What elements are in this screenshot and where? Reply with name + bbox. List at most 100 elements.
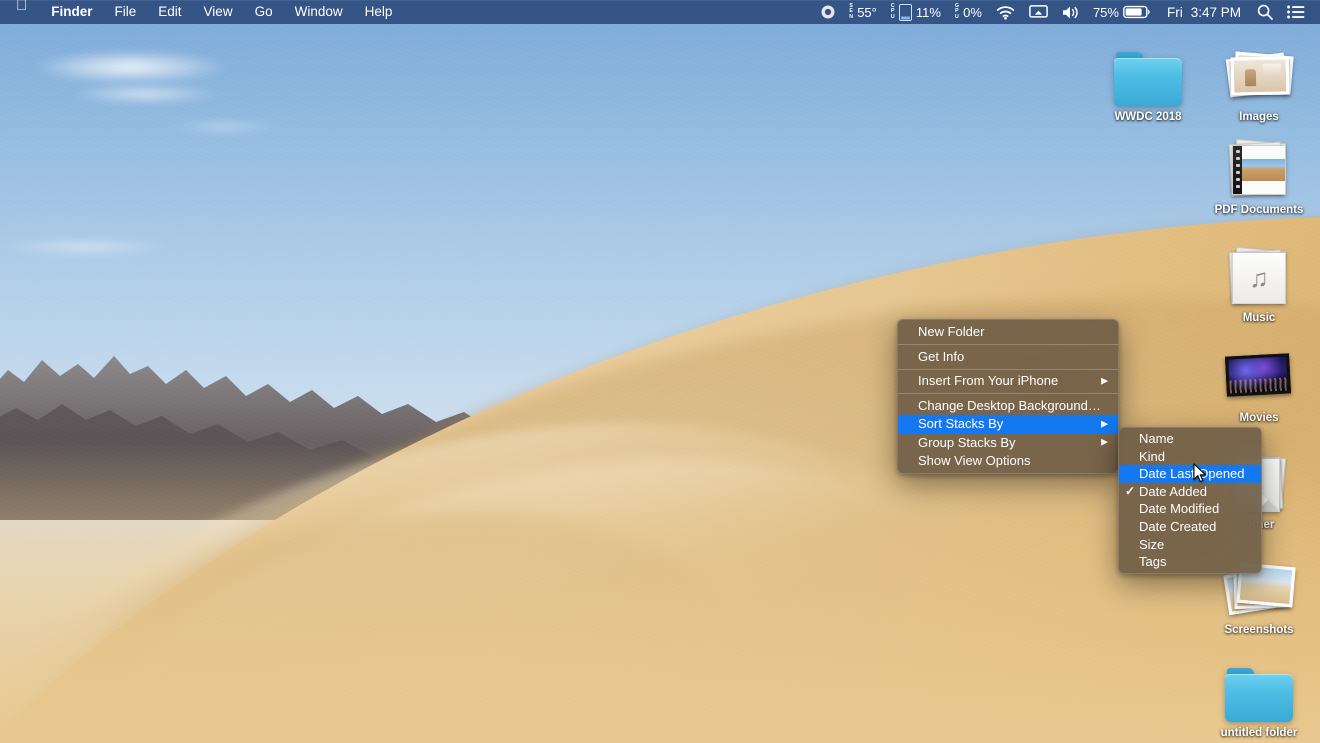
cpu-graph-icon xyxy=(898,3,912,21)
cpu-status-item[interactable]: C P U 11% xyxy=(884,0,948,24)
spotlight-button[interactable] xyxy=(1250,0,1280,24)
context-menu-item-label: New Folder xyxy=(918,324,985,339)
notification-center-button[interactable] xyxy=(1280,0,1312,24)
menu-item-help[interactable]: Help xyxy=(354,0,404,24)
submenu-item-label: Date Last Opened xyxy=(1139,466,1245,482)
menu-item-edit[interactable]: Edit xyxy=(147,0,192,24)
menu-bar:  Finder File Edit View Go Window Help S… xyxy=(0,0,1320,24)
pdf-binding-icon xyxy=(1233,146,1242,194)
photo-thumbnail xyxy=(1230,56,1290,96)
spotlight-search-icon xyxy=(1257,4,1273,20)
clock-weekday: Fri xyxy=(1166,4,1183,20)
gpu-status-item[interactable]: G P U 0% xyxy=(948,0,989,24)
screen-recording-status-item[interactable] xyxy=(814,0,842,24)
context-menu-item-new-folder[interactable]: New Folder xyxy=(898,323,1118,342)
menu-item-view[interactable]: View xyxy=(193,0,244,24)
sort-stacks-by-submenu: Name Kind Date Last Opened ✓ Date Added … xyxy=(1118,427,1262,574)
icon-artwork xyxy=(1093,32,1203,106)
context-menu-separator xyxy=(898,368,1118,370)
desktop-icon-label: Movies xyxy=(1239,412,1279,424)
notification-center-icon xyxy=(1287,5,1305,19)
sensors-status-item[interactable]: S E N 55° xyxy=(842,0,884,24)
icon-artwork xyxy=(1204,333,1314,407)
wifi-icon xyxy=(996,5,1015,20)
menu-item-go[interactable]: Go xyxy=(244,0,284,24)
desktop-icon-images[interactable]: Images xyxy=(1204,32,1314,124)
battery-percent-value: 75% xyxy=(1092,4,1119,20)
sensors-label-icon: S E N xyxy=(849,2,854,20)
menu-item-window[interactable]: Window xyxy=(284,0,354,24)
context-menu-item-insert-from-your-iphone[interactable]: Insert From Your iPhone ▶ xyxy=(898,372,1118,391)
desktop-icon-music[interactable]: ♫ Music xyxy=(1204,233,1314,325)
icon-artwork xyxy=(1204,125,1314,199)
battery-charging-icon xyxy=(1123,5,1150,19)
desktop-icon-label: Images xyxy=(1239,111,1279,123)
menu-item-file[interactable]: File xyxy=(104,0,148,24)
volume-status-item[interactable] xyxy=(1055,0,1086,24)
icon-artwork xyxy=(1204,32,1314,106)
desktop-context-menu: New Folder Get Info Insert From Your iPh… xyxy=(897,319,1119,474)
submenu-item-size[interactable]: Size xyxy=(1119,536,1261,554)
wifi-status-item[interactable] xyxy=(989,0,1022,24)
context-menu-separator xyxy=(898,344,1118,345)
submenu-item-date-added[interactable]: ✓ Date Added xyxy=(1119,483,1261,501)
airplay-icon xyxy=(1029,4,1048,18)
menu-bar-clock[interactable]: Fri 3:47 PM xyxy=(1158,0,1250,24)
volume-icon xyxy=(1062,6,1078,18)
context-menu-item-group-stacks-by[interactable]: Group Stacks By ▶ xyxy=(898,434,1118,453)
submenu-item-kind[interactable]: Kind xyxy=(1119,448,1261,466)
airplay-status-item[interactable] xyxy=(1022,0,1055,24)
stack-movies-icon xyxy=(1222,347,1296,407)
context-menu-item-change-desktop-background[interactable]: Change Desktop Background… xyxy=(898,397,1118,416)
sensors-temperature-value: 55° xyxy=(857,4,877,20)
submenu-item-date-modified[interactable]: Date Modified xyxy=(1119,500,1261,518)
stack-images-icon xyxy=(1222,46,1296,106)
submenu-item-name[interactable]: Name xyxy=(1119,430,1261,448)
cpu-usage-value: 11% xyxy=(915,4,941,20)
context-menu-item-label: Get Info xyxy=(918,348,965,364)
context-menu-item-get-info[interactable]: Get Info xyxy=(898,348,1118,367)
submenu-item-label: Date Modified xyxy=(1139,501,1220,517)
stack-music-icon: ♫ xyxy=(1222,246,1296,307)
context-menu-item-label: Group Stacks By xyxy=(918,434,1016,450)
menu-app-name[interactable]: Finder xyxy=(40,0,103,24)
gpu-label-icon: G P U xyxy=(954,2,960,20)
context-menu-item-sort-stacks-by[interactable]: Sort Stacks By ▶ xyxy=(898,415,1118,434)
menu-bar-left:  Finder File Edit View Go Window Help xyxy=(0,0,403,24)
submenu-item-label: Size xyxy=(1139,536,1165,552)
context-menu-item-label: Change Desktop Background… xyxy=(918,397,1101,413)
context-menu-item-label: Insert From Your iPhone xyxy=(918,373,1059,388)
submenu-item-label: Date Added xyxy=(1139,483,1207,499)
submenu-arrow-icon: ▶ xyxy=(1101,375,1108,386)
icon-artwork xyxy=(1204,648,1314,722)
desktop-icon-label: untitled folder xyxy=(1220,727,1298,739)
submenu-item-label: Name xyxy=(1139,431,1174,446)
desktop-screen:  Finder File Edit View Go Window Help S… xyxy=(0,0,1320,743)
battery-status-item[interactable]: 75% xyxy=(1086,0,1158,24)
cpu-label-icon: C P U xyxy=(890,2,895,20)
gpu-usage-value: 0% xyxy=(963,4,982,20)
submenu-item-label: Kind xyxy=(1139,448,1166,464)
stack-pdf-icon xyxy=(1222,138,1296,199)
folder-body xyxy=(1114,58,1182,106)
music-note-icon: ♫ xyxy=(1232,252,1286,304)
menu-bar-status-area: S E N 55° C P U 11% G P U 0% 75% Fri 3:4… xyxy=(814,0,1312,24)
desktop-icon-movies[interactable]: Movies xyxy=(1204,333,1314,425)
submenu-item-date-created[interactable]: Date Created xyxy=(1119,518,1261,536)
desktop-icon-wwdc-2018[interactable]: WWDC 2018 xyxy=(1093,32,1203,124)
folder-body xyxy=(1225,674,1293,722)
apple-menu-button[interactable]:  xyxy=(0,0,40,24)
desktop-icon-untitled-folder[interactable]: untitled folder xyxy=(1204,648,1314,740)
record-circle-icon xyxy=(821,5,835,19)
context-menu-item-label: Sort Stacks By xyxy=(918,416,1004,431)
submenu-item-date-last-opened[interactable]: Date Last Opened xyxy=(1119,465,1261,483)
submenu-arrow-icon: ▶ xyxy=(1101,418,1108,429)
desktop-icon-pdf-documents[interactable]: PDF Documents xyxy=(1204,125,1314,217)
submenu-item-tags[interactable]: Tags xyxy=(1119,553,1261,571)
desktop-icon-label: Music xyxy=(1242,312,1276,324)
apple-logo-icon:  xyxy=(16,0,27,13)
submenu-arrow-icon: ▶ xyxy=(1101,436,1108,447)
context-menu-item-label: Show View Options xyxy=(918,453,1031,468)
context-menu-item-show-view-options[interactable]: Show View Options xyxy=(898,452,1118,471)
context-menu-separator xyxy=(898,393,1118,394)
